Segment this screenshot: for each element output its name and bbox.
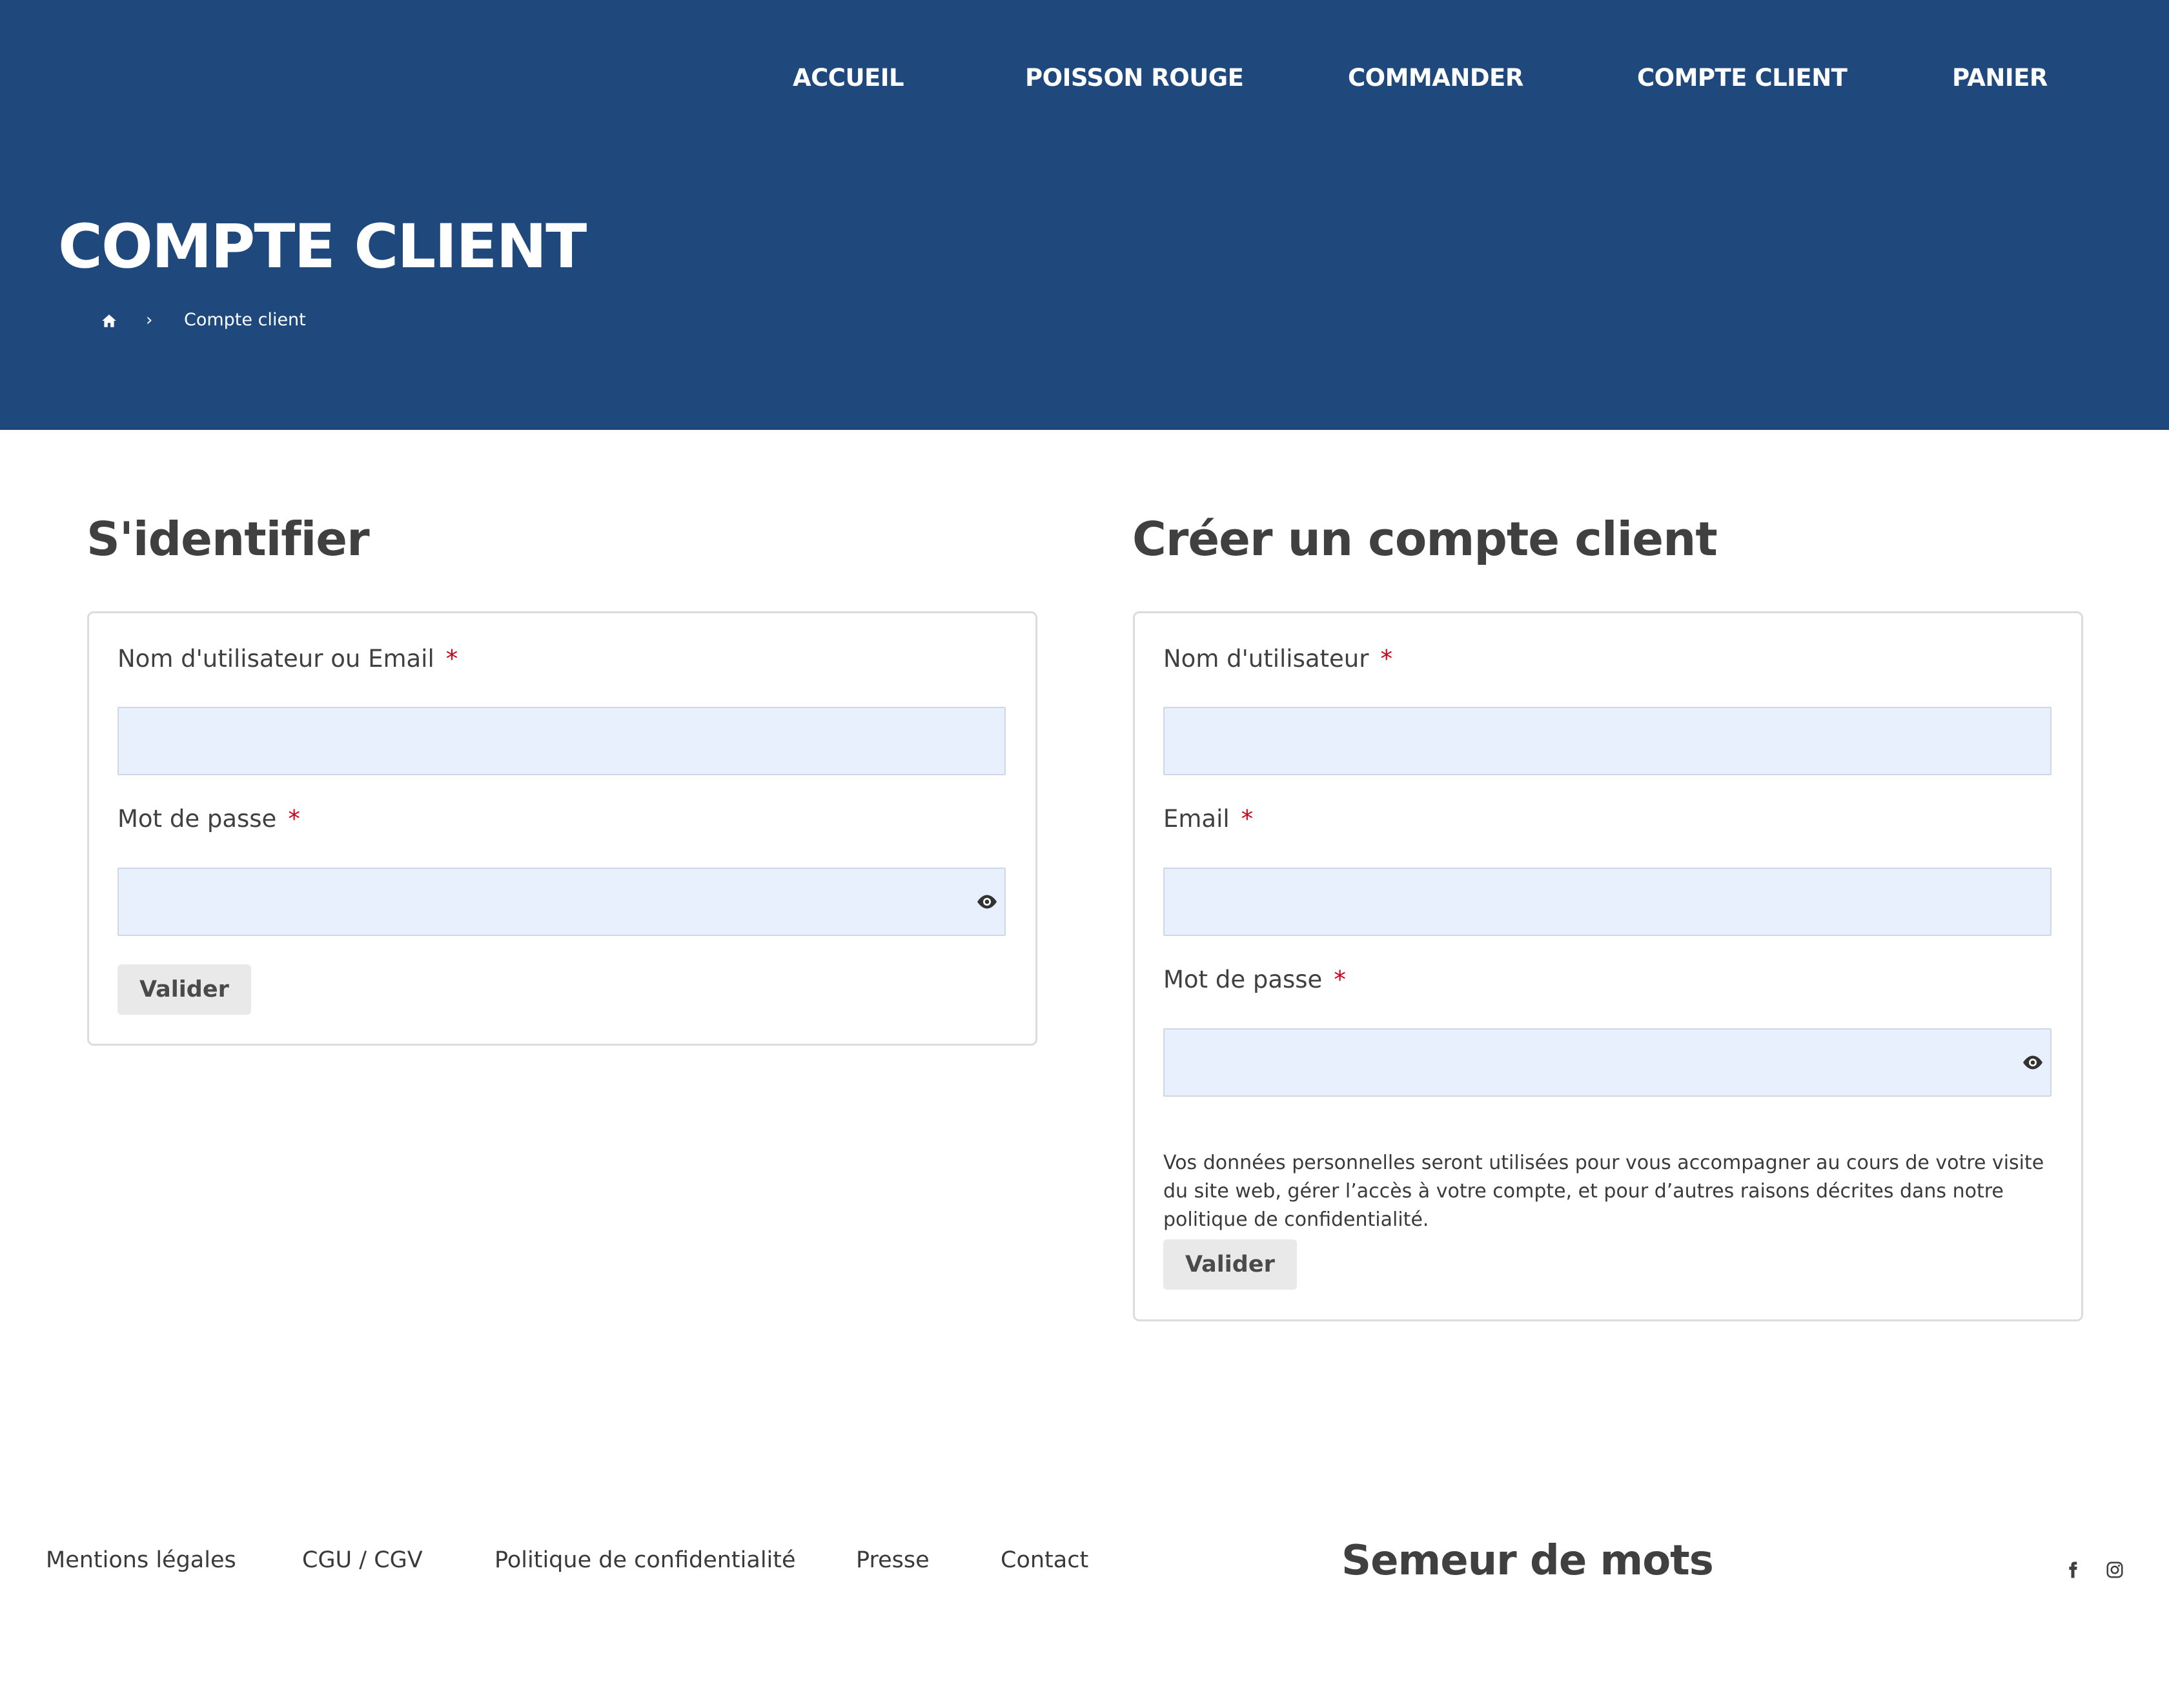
register-username-label: Nom d'utilisateur * bbox=[1163, 645, 1392, 673]
login-password-label: Mot de passe * bbox=[117, 805, 300, 833]
nav-item-poisson-rouge[interactable]: POISSON ROUGE bbox=[1025, 62, 1244, 94]
login-form: Nom d'utilisateur ou Email * Mot de passe… bbox=[87, 611, 1037, 1046]
required-mark: * bbox=[1334, 966, 1346, 993]
footer-brand: Semeur de mots bbox=[1341, 1537, 1714, 1585]
footer-link-contact[interactable]: Contact bbox=[1001, 1544, 1088, 1576]
required-mark: * bbox=[1380, 645, 1392, 673]
register-email-label: Email * bbox=[1163, 805, 1254, 833]
login-username-input[interactable] bbox=[117, 707, 1006, 775]
nav-item-panier[interactable]: PANIER bbox=[1952, 62, 2048, 94]
breadcrumb-separator: › bbox=[146, 310, 153, 330]
register-password-input[interactable] bbox=[1163, 1028, 2052, 1097]
facebook-icon[interactable] bbox=[2063, 1560, 2082, 1580]
home-icon[interactable] bbox=[101, 312, 117, 329]
login-password-input[interactable] bbox=[117, 868, 1006, 936]
login-username-label: Nom d'utilisateur ou Email * bbox=[117, 645, 458, 673]
login-submit-button[interactable]: Valider bbox=[117, 964, 251, 1015]
site-header: ACCUEIL POISSON ROUGE COMMANDER COMPTE C… bbox=[0, 0, 2169, 430]
register-email-input[interactable] bbox=[1163, 868, 2052, 936]
show-password-eye-icon[interactable] bbox=[975, 893, 999, 910]
required-mark: * bbox=[445, 645, 458, 673]
privacy-notice: Vos données personnelles seront utilisée… bbox=[1163, 1152, 2044, 1231]
footer-link-mentions-legales[interactable]: Mentions légales bbox=[46, 1544, 236, 1576]
required-mark: * bbox=[1241, 805, 1254, 833]
register-title: Créer un compte client bbox=[1132, 512, 1718, 566]
footer-link-presse[interactable]: Presse bbox=[856, 1544, 930, 1576]
register-form: Nom d'utilisateur * Email * Mot de passe * … bbox=[1133, 611, 2083, 1321]
required-mark: * bbox=[288, 805, 300, 833]
footer-link-cgu-cgv[interactable]: CGU / CGV bbox=[302, 1544, 423, 1576]
nav-item-accueil[interactable]: ACCUEIL bbox=[793, 62, 904, 94]
login-title: S'identifier bbox=[87, 512, 370, 566]
show-password-eye-icon[interactable] bbox=[2021, 1054, 2044, 1071]
page-title: COMPTE CLIENT bbox=[58, 212, 587, 282]
footer-link-politique[interactable]: Politique de confidentialité bbox=[494, 1544, 796, 1576]
register-password-label: Mot de passe * bbox=[1163, 966, 1346, 993]
nav-item-compte-client[interactable]: COMPTE CLIENT bbox=[1637, 62, 1848, 94]
instagram-icon[interactable] bbox=[2105, 1560, 2124, 1580]
register-username-input[interactable] bbox=[1163, 707, 2052, 775]
breadcrumb-current: Compte client bbox=[184, 310, 306, 330]
nav-item-commander[interactable]: COMMANDER bbox=[1348, 62, 1523, 94]
register-submit-button[interactable]: Valider bbox=[1163, 1239, 1297, 1290]
